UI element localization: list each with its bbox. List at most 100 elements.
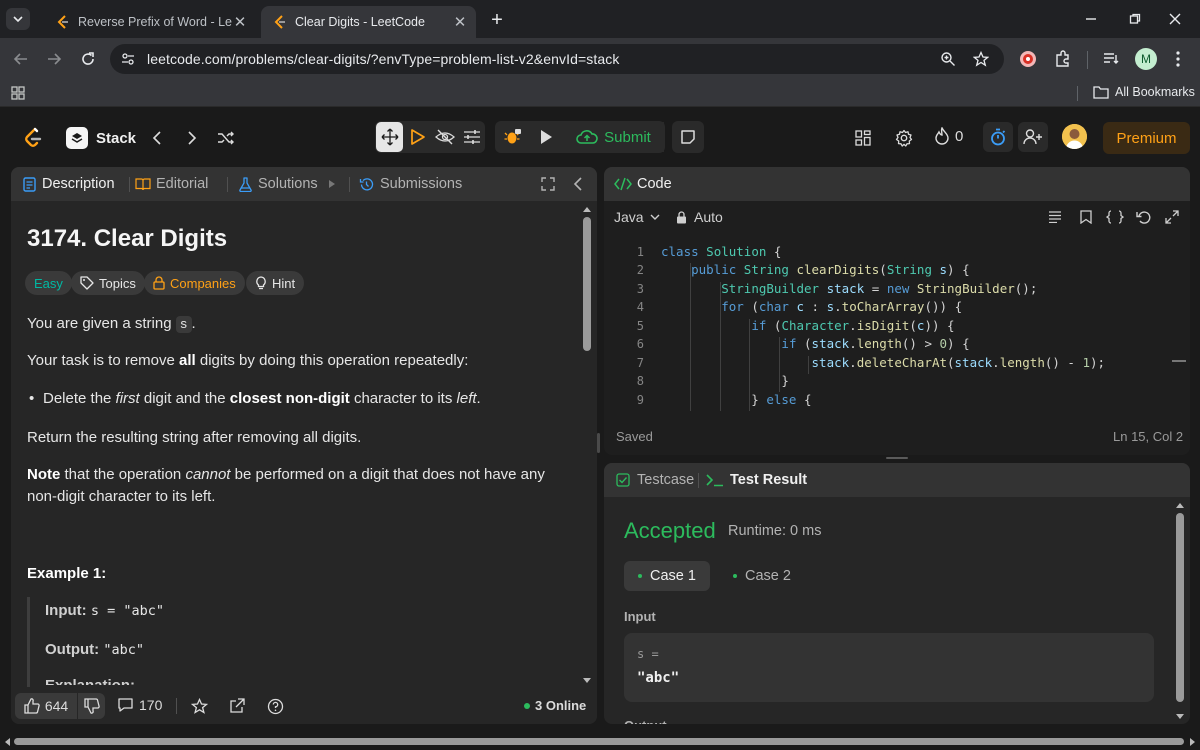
page-scroll-thumb[interactable] bbox=[14, 738, 1184, 745]
scroll-up-icon bbox=[583, 207, 591, 212]
hint-tag[interactable]: Hint bbox=[246, 271, 305, 295]
lightbulb-icon bbox=[256, 276, 266, 290]
intro-text: You are given a string bbox=[27, 315, 176, 332]
next-problem-button[interactable] bbox=[183, 127, 201, 149]
language-label: Java bbox=[614, 209, 644, 225]
browser-tab-clear-digits[interactable]: Clear Digits - LeetCode ✕ bbox=[261, 6, 476, 38]
site-info-icon[interactable] bbox=[120, 51, 136, 67]
note-italic: cannot bbox=[185, 466, 231, 483]
sliders-icon bbox=[463, 130, 480, 144]
hide-button[interactable] bbox=[431, 122, 458, 152]
browser-tab-reverse-prefix[interactable]: Reverse Prefix of Word - LeetCo ✕ bbox=[44, 6, 256, 38]
profile-avatar[interactable]: M bbox=[1135, 48, 1157, 70]
example-input: Input: s = "abc" bbox=[45, 600, 164, 622]
book-icon bbox=[135, 178, 151, 191]
case-2-tab[interactable]: Case 2 bbox=[722, 561, 802, 591]
share-button[interactable] bbox=[227, 696, 247, 716]
extension-red-icon[interactable] bbox=[1018, 49, 1038, 69]
online-count: 3 Online bbox=[535, 698, 587, 713]
all-bookmarks-button[interactable]: All Bookmarks bbox=[1093, 85, 1195, 99]
description-scroll-thumb[interactable] bbox=[583, 217, 591, 351]
code-tab[interactable]: Code bbox=[614, 176, 672, 192]
bookmark-code-button[interactable] bbox=[1077, 208, 1095, 226]
settings-button[interactable] bbox=[893, 127, 915, 149]
fullscreen-editor-button[interactable] bbox=[1163, 208, 1181, 226]
close-icon[interactable]: ✕ bbox=[452, 14, 468, 31]
braces-button[interactable] bbox=[1104, 208, 1126, 226]
reading-list-icon[interactable] bbox=[1101, 49, 1121, 69]
result-scroll-thumb[interactable] bbox=[1176, 513, 1184, 702]
case-status-dot-icon bbox=[733, 574, 738, 578]
tab-submissions[interactable]: Submissions bbox=[359, 176, 462, 192]
zoom-icon[interactable] bbox=[940, 51, 956, 67]
back-button[interactable] bbox=[10, 48, 32, 70]
extensions-puzzle-icon[interactable] bbox=[1053, 49, 1073, 69]
close-icon[interactable]: ✕ bbox=[232, 14, 248, 31]
reset-code-button[interactable] bbox=[1134, 208, 1152, 226]
problem-list-button[interactable]: Stack bbox=[66, 127, 136, 149]
companies-tag[interactable]: Companies bbox=[144, 271, 245, 295]
tab-editorial[interactable]: Editorial bbox=[135, 176, 208, 192]
line-number: 7 bbox=[636, 356, 644, 370]
random-problem-button[interactable] bbox=[215, 127, 237, 149]
debug-button[interactable] bbox=[497, 122, 529, 152]
bookmark-star-icon[interactable] bbox=[972, 50, 990, 68]
favorite-button[interactable] bbox=[189, 696, 209, 716]
format-button[interactable] bbox=[1046, 208, 1064, 226]
tab-search-button[interactable] bbox=[6, 8, 30, 30]
address-bar[interactable]: leetcode.com/problems/clear-digits/?envT… bbox=[110, 44, 1004, 74]
drag-layout-button[interactable] bbox=[376, 122, 403, 152]
lock-icon bbox=[153, 276, 165, 290]
minimize-window-button[interactable] bbox=[1080, 8, 1102, 30]
like-button[interactable]: 644 bbox=[15, 693, 77, 719]
bullet-text: digit and the bbox=[139, 390, 230, 407]
run-outline-button[interactable] bbox=[404, 122, 431, 152]
shuffle-icon bbox=[218, 131, 234, 145]
collapse-panel-button[interactable] bbox=[569, 175, 587, 193]
description-scrollbar[interactable] bbox=[581, 203, 593, 687]
input-value: s = "abc" bbox=[90, 603, 164, 619]
horizontal-resize-handle[interactable] bbox=[886, 457, 908, 459]
tab-test-result[interactable]: Test Result bbox=[706, 472, 807, 488]
close-window-button[interactable] bbox=[1164, 8, 1186, 30]
code-editor[interactable]: 1 2 3 4 5 6 7 8 9 class Solution { publi… bbox=[604, 233, 1190, 413]
run-button[interactable] bbox=[531, 122, 561, 152]
code-brackets-icon bbox=[614, 177, 632, 191]
braces-icon bbox=[1106, 210, 1124, 224]
reload-button[interactable] bbox=[77, 48, 99, 70]
leetcode-favicon-icon bbox=[57, 15, 68, 29]
help-button[interactable] bbox=[265, 696, 285, 716]
maximize-panel-button[interactable] bbox=[539, 175, 557, 193]
page-horizontal-scrollbar[interactable] bbox=[0, 733, 1200, 750]
previous-problem-button[interactable] bbox=[148, 127, 166, 149]
comments-button[interactable]: 170 bbox=[117, 697, 162, 713]
case-1-tab[interactable]: Case 1 bbox=[624, 561, 710, 591]
play-outline-icon bbox=[410, 129, 425, 145]
restore-window-button[interactable] bbox=[1124, 8, 1146, 30]
leetcode-logo[interactable] bbox=[22, 126, 44, 150]
topics-tag[interactable]: Topics bbox=[71, 271, 145, 295]
dislike-button[interactable] bbox=[78, 693, 105, 719]
premium-button[interactable]: Premium bbox=[1103, 122, 1190, 154]
auto-mode-toggle[interactable]: Auto bbox=[676, 209, 723, 225]
user-avatar[interactable] bbox=[1062, 124, 1087, 149]
streak-counter[interactable]: 0 bbox=[934, 127, 963, 145]
settings-sliders-button[interactable] bbox=[458, 122, 485, 152]
forward-button[interactable] bbox=[43, 48, 65, 70]
user-plus-icon bbox=[1023, 129, 1042, 145]
tab-solutions[interactable]: Solutions bbox=[239, 176, 336, 192]
tab-testcase[interactable]: Testcase bbox=[616, 472, 694, 488]
new-tab-button[interactable]: + bbox=[486, 9, 508, 31]
apps-grid-icon[interactable] bbox=[10, 85, 26, 101]
layout-grid-button[interactable] bbox=[852, 127, 874, 149]
tab-description[interactable]: Description bbox=[23, 176, 115, 192]
language-selector[interactable]: Java bbox=[614, 209, 660, 225]
notes-button[interactable] bbox=[672, 121, 704, 153]
likes-count: 644 bbox=[44, 698, 69, 714]
add-collaborator-button[interactable] bbox=[1018, 122, 1048, 152]
browser-menu-button[interactable] bbox=[1168, 48, 1188, 70]
timer-button[interactable] bbox=[983, 122, 1013, 152]
vertical-resize-handle[interactable] bbox=[597, 433, 600, 453]
submit-button[interactable]: Submit bbox=[563, 122, 664, 152]
result-scrollbar[interactable] bbox=[1174, 499, 1186, 724]
